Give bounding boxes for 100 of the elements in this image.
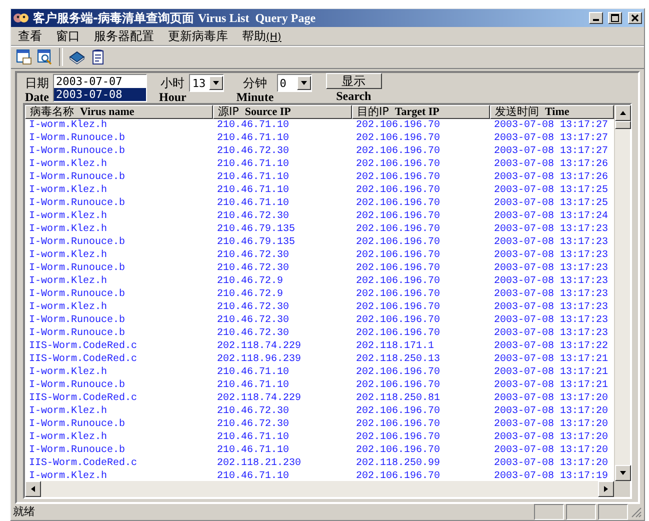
table-cell-text: 210.46.71.10 [216,132,290,145]
table-cell-text: 202.118.21.230 [216,457,302,470]
table-cell-text: 2003-07-08 13:17:23 [493,314,610,327]
scroll-left-button[interactable] [25,481,41,497]
table-cell-text: 2003-07-08 13:17:27 [493,132,610,145]
table-cell-text: 202.106.196.70 [355,431,442,444]
table-cell-text: 2003-07-08 13:17:25 [493,184,610,197]
table-cell-text: 210.46.72.30 [216,210,290,223]
table-cell-text: I-worm.Klez.h [28,405,108,418]
table-cell-text: 210.46.72.30 [216,262,290,275]
table-cell-text: 210.46.72.30 [216,314,290,327]
table-cell-text: 2003-07-08 13:17:26 [493,171,610,184]
caret-icon [300,79,308,87]
show-button[interactable]: 显示 [326,73,382,89]
table-cell-text: IIS-Worm.CodeRed.c [28,353,138,366]
table-cell-text: 210.46.71.10 [216,470,290,481]
table-cell-text: 2003-07-08 13:17:20 [493,418,610,431]
table-cell-text: 2003-07-08 13:17:23 [493,301,610,314]
resize-grip-icon[interactable] [630,506,642,518]
menu-item[interactable]: 更新病毒库 [161,28,235,44]
table-cell-text: 2003-07-08 13:17:20 [493,444,610,457]
status-text: 就绪 [13,505,36,519]
hour-dropdown[interactable]: 13 [189,74,224,92]
column-header[interactable]: 目的IP Target IP [352,105,490,119]
table-cell-text: 2003-07-08 13:17:23 [493,262,610,275]
caret-icon [619,469,627,477]
horizontal-scrollbar[interactable] [25,481,614,497]
table-cell-text: 210.46.71.10 [216,366,290,379]
table-cell-text: I-Worm.Runouce.b [28,145,126,158]
table-cell-text: 202.118.250.99 [355,457,442,470]
scroll-thumb[interactable] [615,121,631,129]
window-title: 客户服务端-病毒清单查询页面 [33,10,194,26]
table-cell-text: 210.46.71.10 [216,431,290,444]
table-cell-text: I-Worm.Runouce.b [28,262,126,275]
scroll-up-button[interactable] [615,105,631,121]
menu-item[interactable]: 帮助(H) [235,28,288,44]
maximize-button[interactable] [608,12,622,24]
menu-item[interactable]: 服务器配置 [87,28,161,44]
table-cell-text: 202.118.74.229 [216,340,302,353]
table-cell-text: I-Worm.Runouce.b [28,171,126,184]
column-header[interactable]: 发送时间 Time [490,105,614,119]
table-cell-text: I-Worm.Runouce.b [28,288,126,301]
table-cell-text: 2003-07-08 13:17:20 [493,405,610,418]
date-list[interactable]: 2003-07-07 2003-07-08 [53,74,147,102]
table-cell-text: 202.106.196.70 [355,210,442,223]
minimize-button[interactable] [589,12,603,24]
minute-dropdown[interactable]: 0 [276,74,312,92]
table-cell-text: 210.46.71.10 [216,379,290,392]
table-cell-text: I-worm.Klez.h [28,249,108,262]
table-cell-text: 210.46.79.135 [216,236,296,249]
table-cell-text: I-Worm.Runouce.b [28,197,126,210]
column-header[interactable]: 病毒名称 Virus name [25,105,213,119]
preview-window-icon[interactable] [36,48,54,66]
table-cell-text: 202.106.196.70 [355,158,442,171]
table-cell-text: 210.46.72.30 [216,145,290,158]
date-option[interactable]: 2003-07-08 [54,88,146,101]
date-label-english: Date [25,90,49,104]
table-cell-text: IIS-Worm.CodeRed.c [28,457,138,470]
table-cell-text: 210.46.72.9 [216,288,284,301]
table-cell-text: 202.106.196.70 [355,379,442,392]
table-cell-text: 210.46.72.30 [216,249,290,262]
table-cell-text: 2003-07-08 13:17:23 [493,223,610,236]
table-cell-text: 210.46.72.9 [216,275,284,288]
table-cell-text: 202.106.196.70 [355,405,442,418]
date-option[interactable]: 2003-07-07 [54,75,146,88]
menu-item[interactable]: 查看 [11,28,49,44]
table-cell-text: 210.46.71.10 [216,171,290,184]
vertical-scrollbar[interactable] [614,105,630,481]
table-cell-text: 202.118.171.1 [355,340,436,353]
table-cell-text: 2003-07-08 13:17:23 [493,236,610,249]
table-cell-text: 210.46.72.30 [216,301,290,314]
scrollbar-corner [614,481,630,497]
caret-icon [212,79,220,87]
table-cell-text: 202.106.196.70 [355,132,442,145]
hour-label-english: Hour [159,90,186,104]
table-cell-text: 210.46.72.30 [216,405,290,418]
scroll-down-button[interactable] [615,465,631,481]
column-header[interactable]: 源IP Source IP [213,105,352,119]
table-cell-text: 2003-07-08 13:17:21 [493,353,610,366]
table-cell-text: 202.106.196.70 [355,171,442,184]
table-cell-text: 210.46.79.135 [216,223,296,236]
close-icon [631,14,639,22]
table-cell-text: I-worm.Klez.h [28,275,108,288]
table-cell-text: I-Worm.Runouce.b [28,132,126,145]
caret-icon [619,109,627,117]
log-window-icon[interactable] [15,48,33,66]
scroll-right-button[interactable] [598,481,614,497]
menu-item[interactable]: 窗口 [49,28,87,44]
table-cell-text: 2003-07-08 13:17:23 [493,288,610,301]
table-cell-text: 210.46.71.10 [216,197,290,210]
table-cell-text: 202.106.196.70 [355,262,442,275]
table-cell-text: I-Worm.Runouce.b [28,236,126,249]
table-cell-text: 2003-07-08 13:17:23 [493,249,610,262]
close-button[interactable] [628,12,642,24]
table-cell-text: I-worm.Klez.h [28,301,108,314]
table-cell-text: 2003-07-08 13:17:24 [493,210,610,223]
table-cell-text: 202.106.196.70 [355,314,442,327]
table-cell-text: 2003-07-08 13:17:20 [493,431,610,444]
table-cell-text: I-worm.Klez.h [28,119,108,132]
table-cell-text: 2003-07-08 13:17:21 [493,379,610,392]
